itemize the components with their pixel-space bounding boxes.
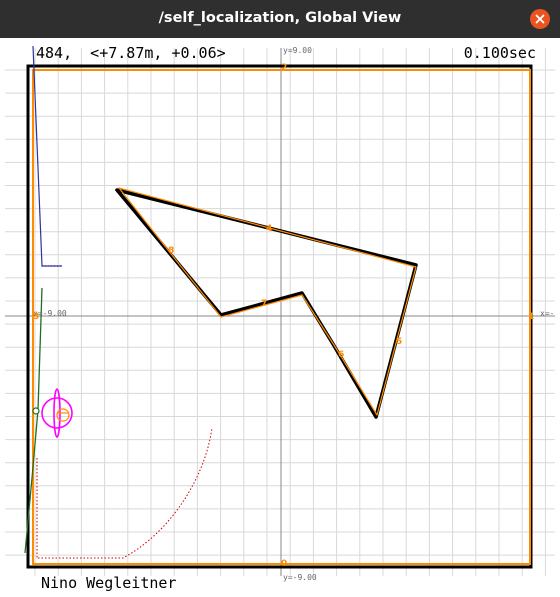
- marker-right: 1: [528, 312, 534, 322]
- y-bottom-label: y=-9.00: [283, 573, 317, 582]
- marker-bottom: 0: [281, 559, 287, 569]
- marker-top: 2: [281, 63, 287, 73]
- y-top-label: y=9.00: [283, 46, 312, 55]
- close-button[interactable]: [530, 9, 550, 29]
- window-title: /self_localization, Global View: [158, 10, 402, 26]
- window-titlebar: /self_localization, Global View: [0, 0, 560, 38]
- marker-edge-7: 7: [261, 299, 267, 309]
- marker-edge-5: 5: [396, 337, 402, 347]
- pose-readout: 484, <+7.87m, +0.06>: [36, 44, 226, 62]
- marker-edge-4: 4: [266, 224, 272, 234]
- marker-edge-8: 8: [168, 246, 174, 256]
- path-blue: [32, 45, 62, 267]
- marker-left: 3: [33, 312, 39, 322]
- map-plot: y=9.00 y=-9.00 x=-9.00 x=- 2 0 3 1 4 5 6…: [5, 45, 555, 582]
- x-right-label: x=-: [540, 309, 554, 318]
- close-icon: [535, 14, 545, 24]
- marker-edge-6: 6: [338, 350, 344, 360]
- timing-readout: 0.100sec: [463, 44, 536, 62]
- author-label: Nino Wegleitner: [41, 574, 177, 592]
- grid: [5, 48, 555, 576]
- global-view-canvas[interactable]: y=9.00 y=-9.00 x=-9.00 x=- 2 0 3 1 4 5 6…: [0, 38, 560, 597]
- path-red-dotted: [38, 427, 213, 559]
